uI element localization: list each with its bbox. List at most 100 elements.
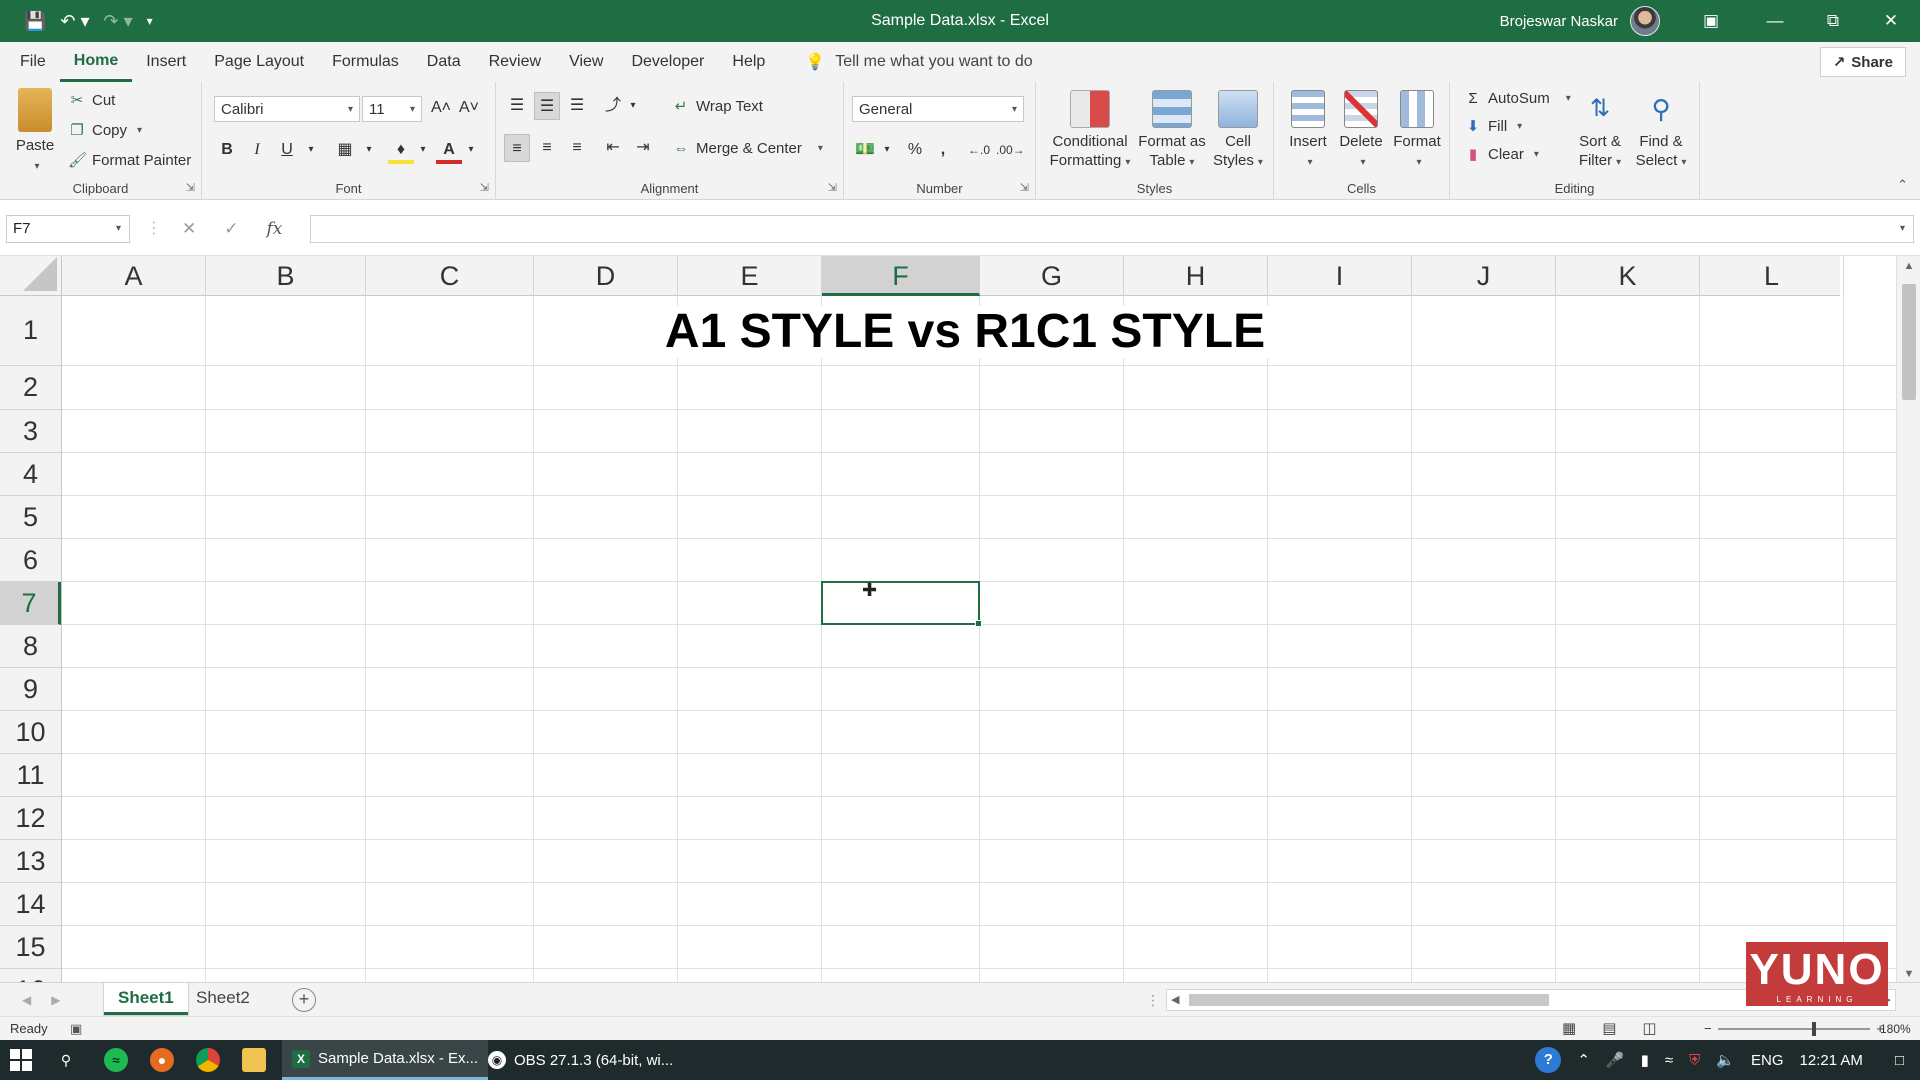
select-all-corner[interactable] <box>0 256 62 296</box>
row-header-2[interactable]: 2 <box>0 366 61 410</box>
column-header-d[interactable]: D <box>534 256 678 296</box>
column-header-e[interactable]: E <box>678 256 822 296</box>
cut-button[interactable]: ✂ Cut <box>68 88 116 112</box>
format-painter-button[interactable]: 🖌 Format Painter <box>68 148 191 172</box>
format-cells-button[interactable]: Format ▾ <box>1388 90 1446 172</box>
splitter-icon[interactable]: ⋮ <box>146 215 162 243</box>
font-size-combo[interactable]: 11 ▾ <box>362 96 422 122</box>
formula-input[interactable]: ▾ <box>310 215 1914 243</box>
chevron-down-icon[interactable]: ▾ <box>620 92 646 120</box>
align-bottom-icon[interactable]: ☰ <box>564 92 590 120</box>
comma-style-icon[interactable]: , <box>930 136 956 164</box>
save-icon[interactable]: 💾 <box>24 0 46 42</box>
percent-style-icon[interactable]: % <box>902 136 928 164</box>
underline-button[interactable]: U <box>274 136 300 164</box>
sheet-tab-sheet2[interactable]: Sheet2 <box>182 983 264 1015</box>
volume-icon[interactable]: 🔈 <box>1716 1051 1735 1069</box>
tab-page-layout[interactable]: Page Layout <box>200 42 318 82</box>
align-middle-icon[interactable]: ☰ <box>534 92 560 120</box>
user-account[interactable]: Brojeswar Naskar <box>1500 0 1660 42</box>
redo-icon[interactable]: ↷ ▾ <box>104 0 133 42</box>
row-header-11[interactable]: 11 <box>0 754 61 797</box>
column-header-k[interactable]: K <box>1556 256 1700 296</box>
tab-formulas[interactable]: Formulas <box>318 42 413 82</box>
wrap-text-button[interactable]: ↵ Wrap Text <box>672 94 763 118</box>
decrease-font-icon[interactable]: A˅ <box>456 94 482 122</box>
clear-button[interactable]: ▮ Clear ▾ <box>1464 142 1539 166</box>
zoom-track[interactable] <box>1717 1022 1871 1036</box>
row-header-16[interactable]: 16 <box>0 969 61 983</box>
restore-icon[interactable]: ⧉ <box>1804 0 1862 42</box>
name-box[interactable]: F7 ▾ <box>6 215 130 243</box>
tab-data[interactable]: Data <box>413 42 475 82</box>
number-format-combo[interactable]: General ▾ <box>852 96 1024 122</box>
taskbar-app-obs[interactable]: ◉ OBS 27.1.3 (64-bit, wi... <box>478 1040 683 1080</box>
add-sheet-icon[interactable]: + <box>292 988 316 1012</box>
vertical-scroll-thumb[interactable] <box>1902 284 1916 400</box>
align-left-icon[interactable]: ≡ <box>504 134 530 162</box>
column-header-b[interactable]: B <box>206 256 366 296</box>
row-header-13[interactable]: 13 <box>0 840 61 883</box>
confirm-entry-icon[interactable]: ✓ <box>224 219 238 239</box>
delete-cells-button[interactable]: Delete ▾ <box>1334 90 1388 172</box>
page-break-view-icon[interactable]: ◫ <box>1642 1017 1656 1041</box>
chevron-down-icon[interactable]: ▾ <box>874 136 900 164</box>
zoom-percent[interactable]: 180% <box>1880 1017 1911 1041</box>
row-header-1[interactable]: 1 <box>0 296 61 366</box>
file-explorer-icon[interactable] <box>242 1048 266 1072</box>
tab-developer[interactable]: Developer <box>617 42 718 82</box>
row-header-14[interactable]: 14 <box>0 883 61 926</box>
fill-handle[interactable] <box>975 620 982 627</box>
spotify-icon[interactable]: ≈ <box>104 1048 128 1072</box>
scroll-left-icon[interactable]: ◀ <box>1171 990 1179 1010</box>
row-header-12[interactable]: 12 <box>0 797 61 840</box>
active-cell-F7[interactable] <box>821 581 982 627</box>
row-header-7[interactable]: 7 <box>0 582 61 625</box>
format-as-table-button[interactable]: Format as Table ▾ <box>1136 90 1208 172</box>
decrease-indent-icon[interactable]: ⇤ <box>600 134 626 162</box>
windows-start-icon[interactable] <box>10 1049 32 1071</box>
expand-formula-bar-icon[interactable]: ▾ <box>1900 223 1905 234</box>
autosum-button[interactable]: Σ AutoSum ▾ <box>1464 86 1570 110</box>
page-layout-view-icon[interactable]: ▤ <box>1602 1017 1616 1041</box>
close-icon[interactable]: ✕ <box>1862 0 1920 42</box>
column-header-f[interactable]: F <box>822 256 980 296</box>
row-header-6[interactable]: 6 <box>0 539 61 582</box>
align-right-icon[interactable]: ≡ <box>564 134 590 162</box>
language-indicator[interactable]: ENG <box>1751 1052 1784 1069</box>
copy-button[interactable]: ❐ Copy ▾ <box>68 118 142 142</box>
decrease-decimal-icon[interactable]: .00→ <box>996 136 1025 164</box>
notifications-icon[interactable]: □ <box>1895 1052 1904 1069</box>
shield-icon[interactable]: ⛨ <box>1689 1052 1700 1069</box>
scroll-down-icon[interactable]: ▼ <box>1897 968 1920 980</box>
column-header-i[interactable]: I <box>1268 256 1412 296</box>
avatar[interactable] <box>1630 6 1660 36</box>
share-button[interactable]: ↗ Share <box>1819 47 1906 77</box>
column-header-g[interactable]: G <box>980 256 1124 296</box>
zoom-slider[interactable]: − + <box>1704 1017 1884 1041</box>
fill-button[interactable]: ⬇ Fill ▾ <box>1464 114 1523 138</box>
chevron-down-icon[interactable]: ▾ <box>298 136 324 164</box>
merge-center-button[interactable]: ⇔ Merge & Center ▾ <box>672 136 823 160</box>
microphone-icon[interactable]: 🎤 <box>1606 1051 1625 1069</box>
chevron-down-icon[interactable]: ▾ <box>356 136 382 164</box>
font-name-combo[interactable]: Calibri ▾ <box>214 96 360 122</box>
chrome-icon[interactable] <box>196 1048 220 1072</box>
vertical-scrollbar[interactable]: ▲ ▼ <box>1896 256 1920 986</box>
customize-qat-icon[interactable]: ▾ <box>147 0 153 42</box>
dialog-launcher-icon[interactable]: ⇲ <box>186 181 195 194</box>
macro-record-icon[interactable]: ▣ <box>70 1017 82 1041</box>
row-header-9[interactable]: 9 <box>0 668 61 711</box>
taskbar-app-excel[interactable]: X Sample Data.xlsx - Ex... <box>282 1040 489 1080</box>
normal-view-icon[interactable]: ▦ <box>1562 1017 1576 1041</box>
align-top-icon[interactable]: ☰ <box>504 92 530 120</box>
insert-function-icon[interactable]: fx <box>267 219 283 239</box>
sheet-tab-sheet1[interactable]: Sheet1 <box>104 983 188 1015</box>
collapse-ribbon-icon[interactable]: ⌃ <box>1897 177 1908 193</box>
sort-filter-button[interactable]: ⇅ Sort & Filter ▾ <box>1572 90 1628 172</box>
zoom-out-icon[interactable]: − <box>1704 1017 1712 1041</box>
tab-view[interactable]: View <box>555 42 617 82</box>
dialog-launcher-icon[interactable]: ⇲ <box>1020 181 1029 194</box>
prev-sheet-icon[interactable]: ◀ <box>22 983 31 1017</box>
tell-me-box[interactable]: 💡 Tell me what you want to do <box>805 52 1032 72</box>
